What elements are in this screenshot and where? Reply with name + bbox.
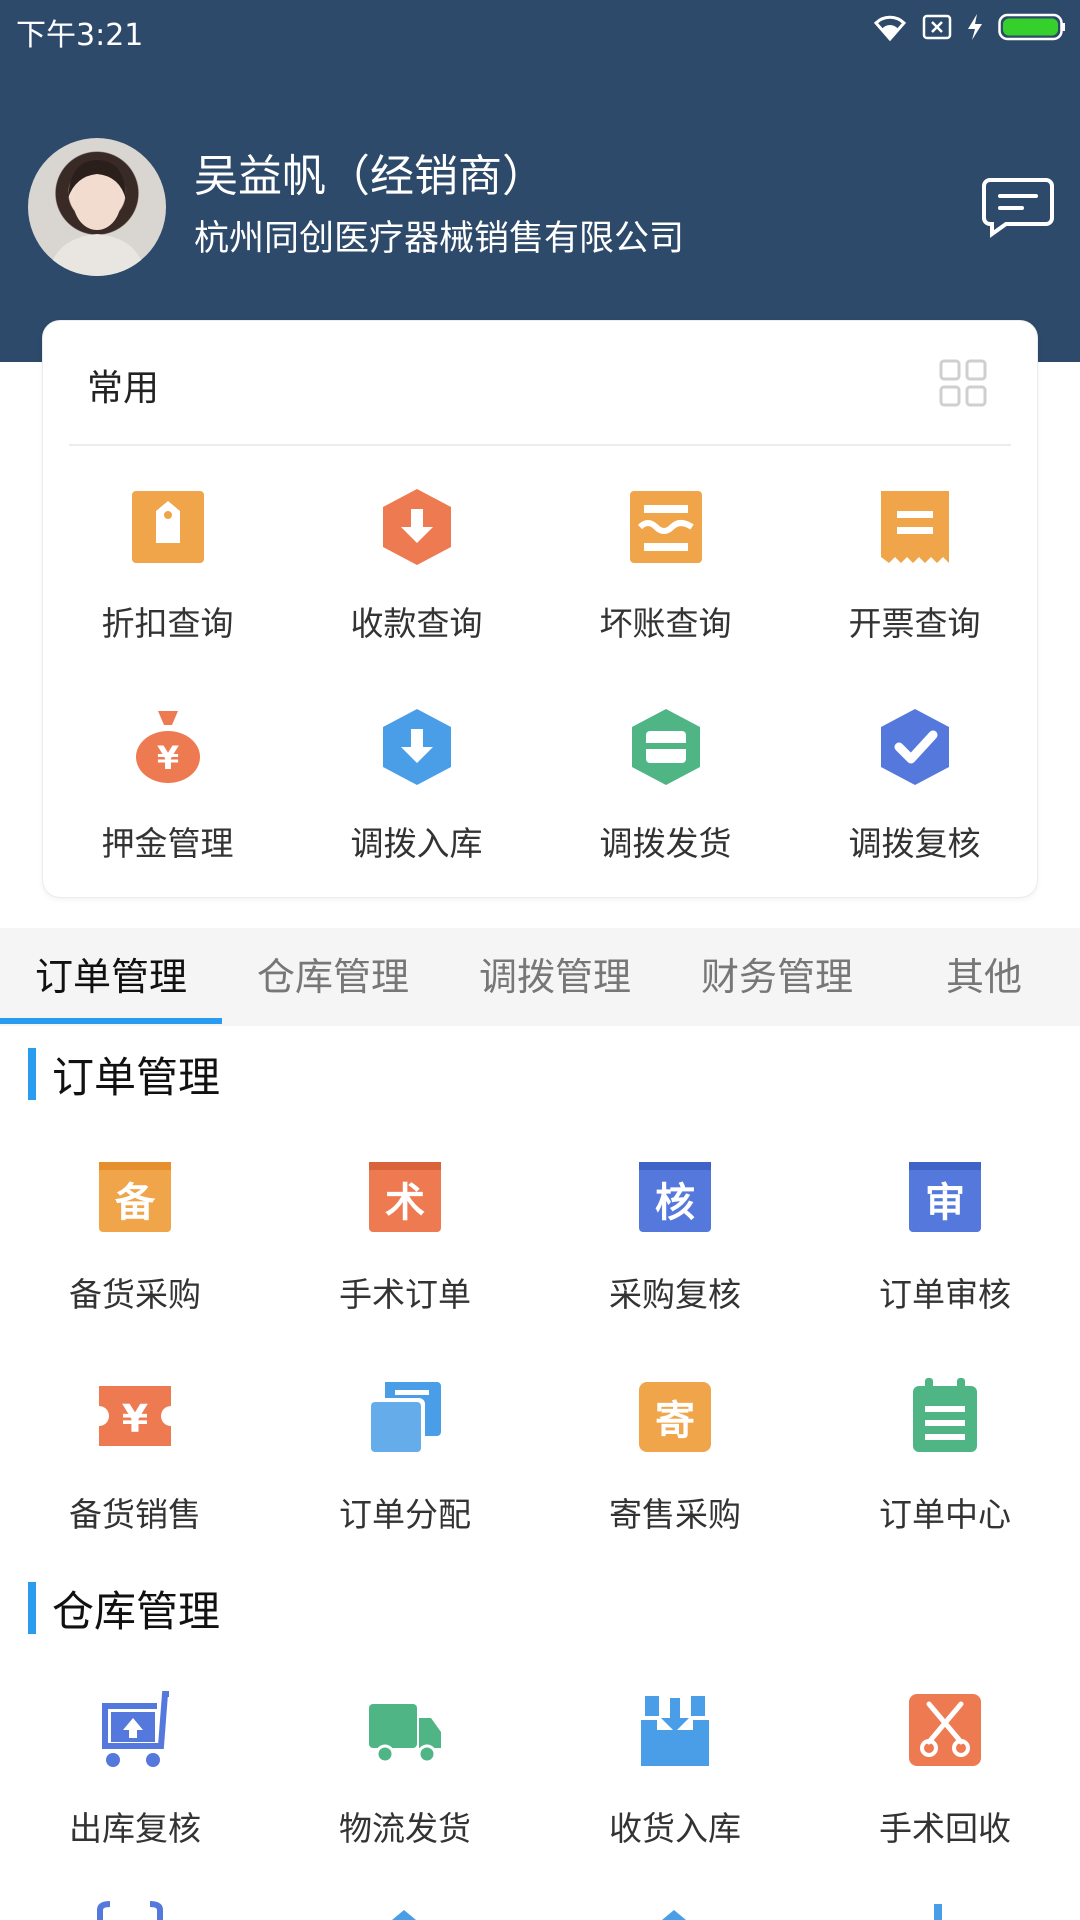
category-tabs: 订单管理 仓库管理 调拨管理 财务管理 其他 (0, 928, 1080, 1026)
consignment-purchase-icon: 寄 (635, 1376, 715, 1456)
status-icons (872, 12, 1066, 42)
avatar[interactable] (28, 138, 166, 276)
stock-purchase-icon: 备 (95, 1156, 175, 1236)
active-tab-indicator (0, 1018, 222, 1024)
card-divider (69, 444, 1011, 446)
order-audit-icon: 审 (905, 1156, 985, 1236)
warehouse-item-receive-stock[interactable]: 收货入库 (540, 1690, 810, 1910)
common-item-invoice[interactable]: 开票查询 (790, 481, 1039, 701)
common-card: 常用 折扣查询 收款查询 坏账查询 开票查询 ¥ 押金管理 调拨入库 调拨发货 … (42, 320, 1038, 898)
section-title: 订单管理 (52, 1053, 221, 1102)
common-grid: 折扣查询 收款查询 坏账查询 开票查询 ¥ 押金管理 调拨入库 调拨发货 调拨复… (43, 481, 1039, 921)
order-item-stock-sales[interactable]: ¥ 备货销售 (0, 1376, 270, 1596)
surgery-order-icon: 术 (365, 1156, 445, 1236)
svg-text:¥: ¥ (156, 739, 178, 777)
warehouse-item-label: 出库复核 (69, 1809, 201, 1848)
stock-sales-icon: ¥ (95, 1376, 175, 1456)
order-item-surgery-order[interactable]: 术 手术订单 (270, 1156, 540, 1376)
order-item-consignment-purchase[interactable]: 寄 寄售采购 (540, 1376, 810, 1596)
tab-transfer-management[interactable]: 调拨管理 (444, 928, 666, 1026)
wifi-icon (872, 13, 908, 41)
warehouse-item-label: 收货入库 (609, 1809, 741, 1848)
message-icon[interactable] (982, 176, 1054, 238)
common-item-label: 折扣查询 (101, 604, 234, 643)
order-grid: 备 备货采购 术 手术订单 核 采购复核 审 订单审核 ¥ 备货销售 订单分配 … (0, 1156, 1080, 1596)
charging-icon (966, 13, 984, 41)
order-center-icon (905, 1376, 985, 1456)
warehouse-item-label: 手术回收 (879, 1809, 1011, 1848)
common-item-transfer-ship[interactable]: 调拨发货 (541, 701, 790, 921)
tab-other[interactable]: 其他 (888, 928, 1080, 1026)
svg-text:审: 审 (925, 1180, 965, 1226)
warehouse-item-logistics-delivery[interactable]: 物流发货 (270, 1690, 540, 1910)
order-item-label: 订单审核 (879, 1275, 1011, 1314)
user-company: 杭州同创医疗器械销售有限公司 (194, 219, 685, 259)
invoice-receipt-icon (875, 487, 955, 567)
scissors-recycle-icon (905, 1690, 985, 1770)
common-item-label: 坏账查询 (599, 604, 732, 643)
status-time: 下午3:21 (16, 18, 144, 53)
common-item-transfer-in[interactable]: 调拨入库 (292, 701, 541, 921)
order-item-label: 订单中心 (879, 1495, 1011, 1534)
profile-header: 下午3:21 吴益帆（经销商） 杭州同创医疗器械销售有限公司 (0, 0, 1080, 362)
warehouse-item-label: 物流发货 (339, 1809, 471, 1848)
tab-warehouse-management[interactable]: 仓库管理 (222, 928, 444, 1026)
svg-text:寄: 寄 (655, 1398, 695, 1444)
order-item-label: 订单分配 (339, 1495, 471, 1534)
order-item-order-center[interactable]: 订单中心 (810, 1376, 1080, 1596)
common-item-transfer-review[interactable]: 调拨复核 (790, 701, 1039, 921)
outbound-cart-icon (95, 1690, 175, 1770)
section-title: 仓库管理 (52, 1587, 221, 1636)
next-row-partial (0, 1898, 1080, 1920)
order-item-purchase-review[interactable]: 核 采购复核 (540, 1156, 810, 1376)
common-title: 常用 (87, 368, 160, 409)
common-item-bad-debt[interactable]: 坏账查询 (541, 481, 790, 701)
purchase-review-icon: 核 (635, 1156, 715, 1236)
bad-debt-icon (626, 487, 706, 567)
common-item-receipt[interactable]: 收款查询 (292, 481, 541, 701)
shipping-box-icon (626, 707, 706, 787)
tab-finance-management[interactable]: 财务管理 (666, 928, 888, 1026)
svg-text:备: 备 (115, 1180, 156, 1226)
svg-text:¥: ¥ (122, 1397, 148, 1441)
grid-icon[interactable] (939, 359, 987, 407)
no-sim-icon (922, 13, 952, 41)
section-accent-bar (28, 1048, 36, 1100)
svg-text:术: 术 (385, 1180, 425, 1226)
order-item-label: 寄售采购 (609, 1495, 741, 1534)
order-assign-icon (365, 1376, 445, 1456)
order-item-label: 手术订单 (339, 1275, 471, 1314)
order-item-stock-purchase[interactable]: 备 备货采购 (0, 1156, 270, 1376)
common-item-label: 收款查询 (350, 604, 483, 643)
delivery-truck-icon (365, 1690, 445, 1770)
section-accent-bar (28, 1582, 36, 1634)
order-item-label: 采购复核 (609, 1275, 741, 1314)
common-item-label: 调拨发货 (599, 824, 732, 863)
download-hexagon-icon (377, 487, 457, 567)
status-bar: 下午3:21 (0, 0, 1080, 56)
warehouse-item-surgery-recycle[interactable]: 手术回收 (810, 1690, 1080, 1910)
inbound-hexagon-icon (377, 707, 457, 787)
warehouse-item-outbound-review[interactable]: 出库复核 (0, 1690, 270, 1910)
discount-tag-icon (128, 487, 208, 567)
order-item-order-assign[interactable]: 订单分配 (270, 1376, 540, 1596)
tab-order-management[interactable]: 订单管理 (0, 928, 222, 1026)
user-name: 吴益帆（经销商） (194, 151, 546, 202)
common-item-label: 调拨入库 (350, 824, 483, 863)
order-item-label: 备货采购 (69, 1275, 201, 1314)
warehouse-grid: 出库复核 物流发货 收货入库 手术回收 (0, 1690, 1080, 1910)
battery-icon (998, 12, 1066, 42)
receive-tray-icon (635, 1690, 715, 1770)
common-item-label: 调拨复核 (848, 824, 981, 863)
check-hexagon-icon (875, 707, 955, 787)
order-item-label: 备货销售 (69, 1495, 201, 1534)
money-bag-icon: ¥ (128, 707, 208, 787)
order-item-order-audit[interactable]: 审 订单审核 (810, 1156, 1080, 1376)
svg-text:核: 核 (655, 1180, 695, 1226)
common-item-label: 开票查询 (848, 604, 981, 643)
common-item-deposit[interactable]: ¥ 押金管理 (43, 701, 292, 921)
common-item-label: 押金管理 (101, 824, 234, 863)
common-item-discount[interactable]: 折扣查询 (43, 481, 292, 701)
